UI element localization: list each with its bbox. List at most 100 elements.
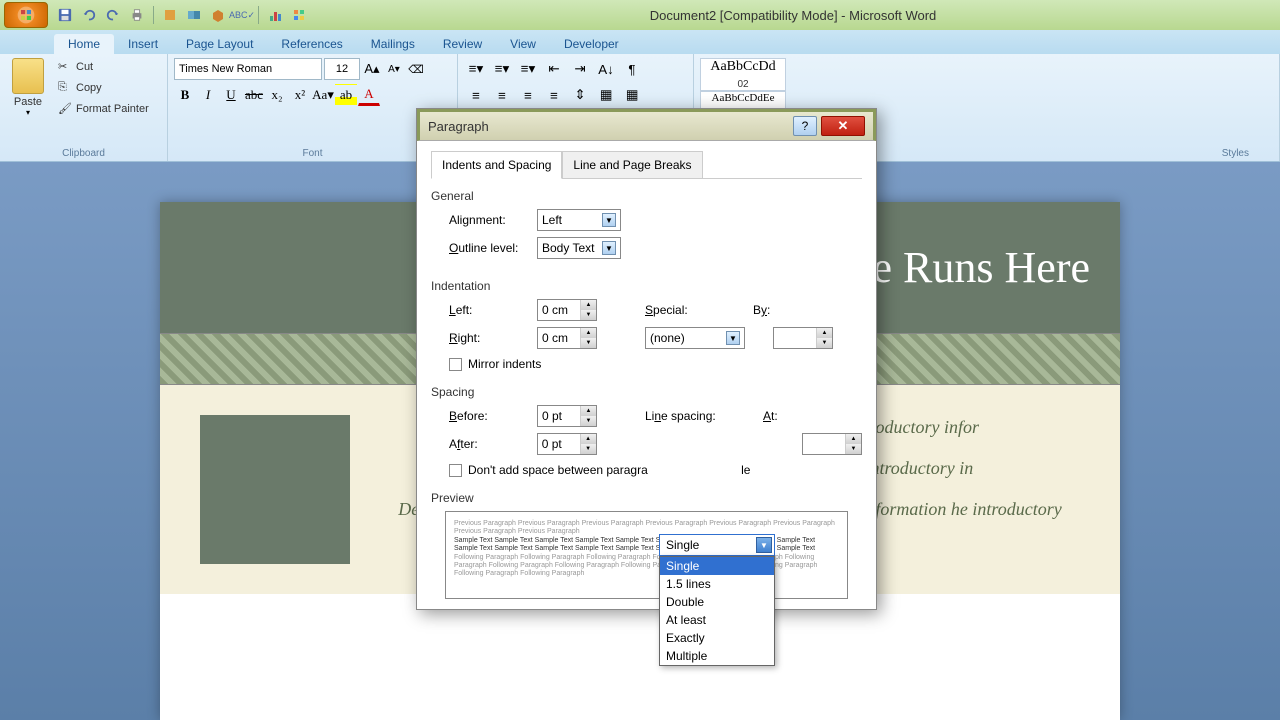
align-center-icon[interactable]: ≡ [490, 84, 514, 106]
qat-icon-2[interactable] [183, 4, 205, 26]
dropdown-option-single[interactable]: Single [660, 557, 774, 575]
paste-button[interactable]: Paste ▾ [6, 58, 50, 118]
multilevel-icon[interactable]: ≡▾ [516, 58, 540, 80]
style-item[interactable]: AaBbCcDd02 [700, 58, 786, 91]
left-spinner[interactable]: ▲▼ [537, 299, 597, 321]
help-button[interactable]: ? [793, 116, 817, 136]
dropdown-option-exactly[interactable]: Exactly [660, 629, 774, 647]
font-size-combo[interactable] [324, 58, 360, 80]
indent-icon[interactable]: ⇥ [568, 58, 592, 80]
tab-review[interactable]: Review [429, 34, 496, 54]
line-spacing-combo[interactable]: Single▼ [659, 534, 775, 556]
cut-button[interactable]: ✂Cut [56, 58, 151, 76]
brush-icon: 🖌 [58, 102, 72, 116]
tab-mailings[interactable]: Mailings [357, 34, 429, 54]
change-case-button[interactable]: Aa▾ [312, 84, 334, 106]
numbering-icon[interactable]: ≡▾ [490, 58, 514, 80]
sort-icon[interactable]: A↓ [594, 58, 618, 80]
dont-add-label: Don't add space between paragra le [468, 463, 750, 477]
align-left-icon[interactable]: ≡ [464, 84, 488, 106]
shading-icon[interactable]: ▦ [594, 84, 618, 106]
alignment-combo[interactable]: Left▼ [537, 209, 621, 231]
line-spacing-icon[interactable]: ⇕ [568, 84, 592, 106]
format-painter-button[interactable]: 🖌Format Painter [56, 100, 151, 118]
right-spinner[interactable]: ▲▼ [537, 327, 597, 349]
tab-indents-spacing[interactable]: Indents and Spacing [431, 151, 562, 179]
borders-icon[interactable]: ▦ [620, 84, 644, 106]
quick-access-toolbar: ABC✓ [54, 4, 310, 26]
close-button[interactable]: ✕ [821, 116, 865, 136]
general-section: General [431, 189, 862, 203]
save-icon[interactable] [54, 4, 76, 26]
dropdown-option-double[interactable]: Double [660, 593, 774, 611]
by-spinner[interactable]: ▲▼ [773, 327, 833, 349]
outdent-icon[interactable]: ⇤ [542, 58, 566, 80]
before-spinner[interactable]: ▲▼ [537, 405, 597, 427]
dropdown-option-1-5[interactable]: 1.5 lines [660, 575, 774, 593]
bold-button[interactable]: B [174, 84, 196, 106]
right-label: Right: [449, 331, 529, 345]
dropdown-option-at-least[interactable]: At least [660, 611, 774, 629]
tab-developer[interactable]: Developer [550, 34, 633, 54]
app-title: Document2 [Compatibility Mode] - Microso… [310, 8, 1276, 23]
undo-icon[interactable] [78, 4, 100, 26]
doc-sidebar [200, 415, 350, 564]
tab-home[interactable]: Home [54, 34, 114, 54]
strike-button[interactable]: abc [243, 84, 265, 106]
font-group: A▴ A▾ ⌫ B I U abc x₂ x² Aa▾ ab A Font [168, 54, 458, 161]
justify-icon[interactable]: ≡ [542, 84, 566, 106]
outline-combo[interactable]: Body Text▼ [537, 237, 621, 259]
tab-page-layout[interactable]: Page Layout [172, 34, 267, 54]
special-combo[interactable]: (none)▼ [645, 327, 745, 349]
show-marks-icon[interactable]: ¶ [620, 58, 644, 80]
highlight-button[interactable]: ab [335, 84, 357, 106]
qat-chart-icon[interactable] [264, 4, 286, 26]
qat-icon-1[interactable] [159, 4, 181, 26]
copy-button[interactable]: ⎘Copy [56, 79, 151, 97]
redo-icon[interactable] [102, 4, 124, 26]
font-name-combo[interactable] [174, 58, 322, 80]
preview-section: Preview [431, 491, 862, 505]
font-color-button[interactable]: A [358, 84, 380, 106]
qat-grid-icon[interactable] [288, 4, 310, 26]
paste-icon [12, 58, 44, 94]
alignment-label: Alignment: [449, 213, 529, 227]
scissors-icon: ✂ [58, 60, 72, 74]
preview-box: Previous Paragraph Previous Paragraph Pr… [445, 511, 848, 599]
dont-add-checkbox[interactable] [449, 464, 462, 477]
dropdown-option-multiple[interactable]: Multiple [660, 647, 774, 665]
outline-label: Outline level: [449, 241, 529, 255]
at-spinner[interactable]: ▲▼ [802, 433, 862, 455]
line-spacing-label: Line spacing: [645, 409, 725, 423]
superscript-button[interactable]: x² [289, 84, 311, 106]
tab-references[interactable]: References [267, 34, 356, 54]
grow-font-icon[interactable]: A▴ [362, 59, 382, 79]
spellcheck-icon[interactable]: ABC✓ [231, 4, 253, 26]
align-right-icon[interactable]: ≡ [516, 84, 540, 106]
before-label: Before: [449, 409, 529, 423]
clipboard-group: Paste ▾ ✂Cut ⎘Copy 🖌Format Painter Clipb… [0, 54, 168, 161]
office-button[interactable] [4, 2, 48, 28]
underline-button[interactable]: U [220, 84, 242, 106]
bullets-icon[interactable]: ≡▾ [464, 58, 488, 80]
ribbon-tabs: Home Insert Page Layout References Maili… [0, 30, 1280, 54]
shrink-font-icon[interactable]: A▾ [384, 59, 404, 79]
dialog-titlebar[interactable]: Paragraph ? ✕ [417, 109, 876, 141]
indentation-section: Indentation [431, 279, 862, 293]
qat-box-icon[interactable] [207, 4, 229, 26]
tab-view[interactable]: View [496, 34, 550, 54]
tab-insert[interactable]: Insert [114, 34, 172, 54]
special-label: Special: [645, 303, 705, 317]
after-spinner[interactable]: ▲▼ [537, 433, 597, 455]
italic-button[interactable]: I [197, 84, 219, 106]
mirror-checkbox[interactable] [449, 358, 462, 371]
subscript-button[interactable]: x₂ [266, 84, 288, 106]
tab-line-page-breaks[interactable]: Line and Page Breaks [562, 151, 702, 178]
left-label: Left: [449, 303, 529, 317]
paragraph-dialog: Paragraph ? ✕ Indents and Spacing Line a… [416, 108, 877, 610]
print-icon[interactable] [126, 4, 148, 26]
mirror-label: Mirror indents [468, 357, 541, 371]
clear-format-icon[interactable]: ⌫ [406, 59, 426, 79]
after-label: After: [449, 437, 529, 451]
title-bar: ABC✓ Document2 [Compatibility Mode] - Mi… [0, 0, 1280, 30]
